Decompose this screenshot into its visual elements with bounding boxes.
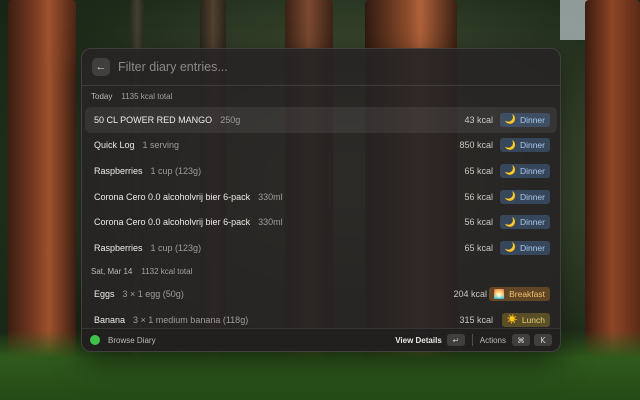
return-key-icon: ↵ [446, 334, 465, 346]
section-header-today: Today 1135 kcal total [82, 86, 560, 107]
moon-icon: 🌙 [504, 242, 516, 253]
item-name: Raspberries [94, 242, 143, 253]
meal-tag: 🌅 Breakfast [488, 287, 550, 302]
meal-tag: 🌙 Dinner [499, 215, 550, 230]
item-kcal: 43 kcal [464, 114, 493, 125]
item-kcal: 315 kcal [459, 314, 493, 325]
list-item[interactable]: Raspberries 1 cup (123g) 65 kcal 🌙 Dinner [85, 158, 557, 184]
item-name: Eggs [94, 289, 115, 300]
list-item[interactable]: Eggs 3 × 1 egg (50g) 204 kcal 🌅 Breakfast [85, 282, 557, 308]
meal-tag: 🌙 Dinner [499, 163, 550, 178]
item-quantity: 1 cup (123g) [150, 165, 202, 176]
item-name: Raspberries [94, 165, 143, 176]
command-key-icon: ⌘ [512, 334, 530, 346]
section-title: Today [91, 92, 113, 101]
meal-label: Dinner [519, 165, 545, 176]
item-kcal: 204 kcal [453, 289, 487, 300]
item-quantity: 330ml [258, 191, 283, 202]
item-quantity: 250g [220, 114, 241, 125]
meal-tag: 🌙 Dinner [499, 240, 550, 255]
moon-icon: 🌙 [504, 216, 516, 227]
section-title: Sat, Mar 14 [91, 266, 133, 276]
item-name: Corona Cero 0.0 alcoholvrij bier 6-pack [94, 217, 251, 228]
view-details-button[interactable]: View Details [395, 336, 442, 345]
item-kcal: 850 kcal [459, 140, 493, 151]
list-item[interactable]: Raspberries 1 cup (123g) 65 kcal 🌙 Dinner [85, 235, 557, 261]
search-input[interactable] [116, 59, 550, 75]
meal-tag: ☀️ Lunch [501, 312, 550, 327]
meal-tag: 🌙 Dinner [499, 138, 550, 153]
list-item[interactable]: Banana 3 × 1 medium banana (118g) 315 kc… [85, 307, 557, 329]
moon-icon: 🌙 [504, 165, 516, 176]
list-item[interactable]: Corona Cero 0.0 alcoholvrij bier 6-pack … [85, 184, 557, 210]
meal-tag: 🌙 Dinner [499, 189, 550, 204]
item-kcal: 56 kcal [464, 191, 493, 202]
item-quantity: 1 serving [142, 140, 180, 151]
meal-label: Dinner [519, 114, 545, 125]
action-bar: Browse Diary View Details ↵ Actions ⌘ K [82, 328, 560, 351]
item-name: Banana [94, 314, 126, 325]
actions-button[interactable]: Actions [480, 336, 506, 345]
item-quantity: 3 × 1 medium banana (118g) [133, 314, 249, 325]
moon-icon: 🌙 [504, 191, 516, 202]
section-total: 1132 kcal total [141, 266, 193, 276]
divider [471, 334, 473, 346]
item-quantity: 330ml [258, 217, 283, 228]
section-total: 1135 kcal total [121, 92, 173, 101]
sun-icon: ☀️ [506, 314, 518, 325]
meal-label: Dinner [519, 191, 545, 202]
meal-label: Dinner [519, 217, 545, 228]
meal-label: Breakfast [509, 289, 545, 300]
list-item[interactable]: Corona Cero 0.0 alcoholvrij bier 6-pack … [85, 209, 557, 235]
k-key-icon: K [534, 334, 552, 346]
meal-label: Dinner [519, 242, 545, 253]
meal-tag: 🌙 Dinner [499, 112, 550, 127]
meal-label: Dinner [519, 140, 545, 151]
sunrise-icon: 🌅 [493, 288, 506, 299]
section-header-sat-mar-14: Sat, Mar 14 1132 kcal total [82, 261, 560, 282]
list-item[interactable]: Quick Log 1 serving 850 kcal 🌙 Dinner [85, 133, 557, 159]
command-title: Browse Diary [108, 335, 156, 345]
arrow-left-icon: ← [95, 61, 107, 73]
moon-icon: 🌙 [504, 114, 516, 125]
search-bar: ← [82, 49, 560, 86]
item-name: Quick Log [94, 140, 135, 151]
back-button[interactable]: ← [92, 58, 110, 76]
list-item[interactable]: 50 CL POWER RED MANGO 250g 43 kcal 🌙 Dinn… [85, 107, 557, 133]
moon-icon: 🌙 [504, 139, 516, 150]
diary-list: Today 1135 kcal total 50 CL POWER RED MA… [82, 86, 560, 329]
item-quantity: 1 cup (123g) [150, 242, 202, 253]
item-quantity: 3 × 1 egg (50g) [122, 289, 184, 300]
status-dot-icon [90, 335, 100, 345]
launcher-window: ← Today 1135 kcal total 50 CL POWER RED … [81, 48, 561, 352]
item-kcal: 65 kcal [464, 242, 493, 253]
item-name: Corona Cero 0.0 alcoholvrij bier 6-pack [94, 191, 251, 202]
meal-label: Lunch [521, 314, 545, 325]
item-name: 50 CL POWER RED MANGO [94, 114, 213, 125]
item-kcal: 65 kcal [464, 165, 493, 176]
item-kcal: 56 kcal [464, 217, 493, 228]
